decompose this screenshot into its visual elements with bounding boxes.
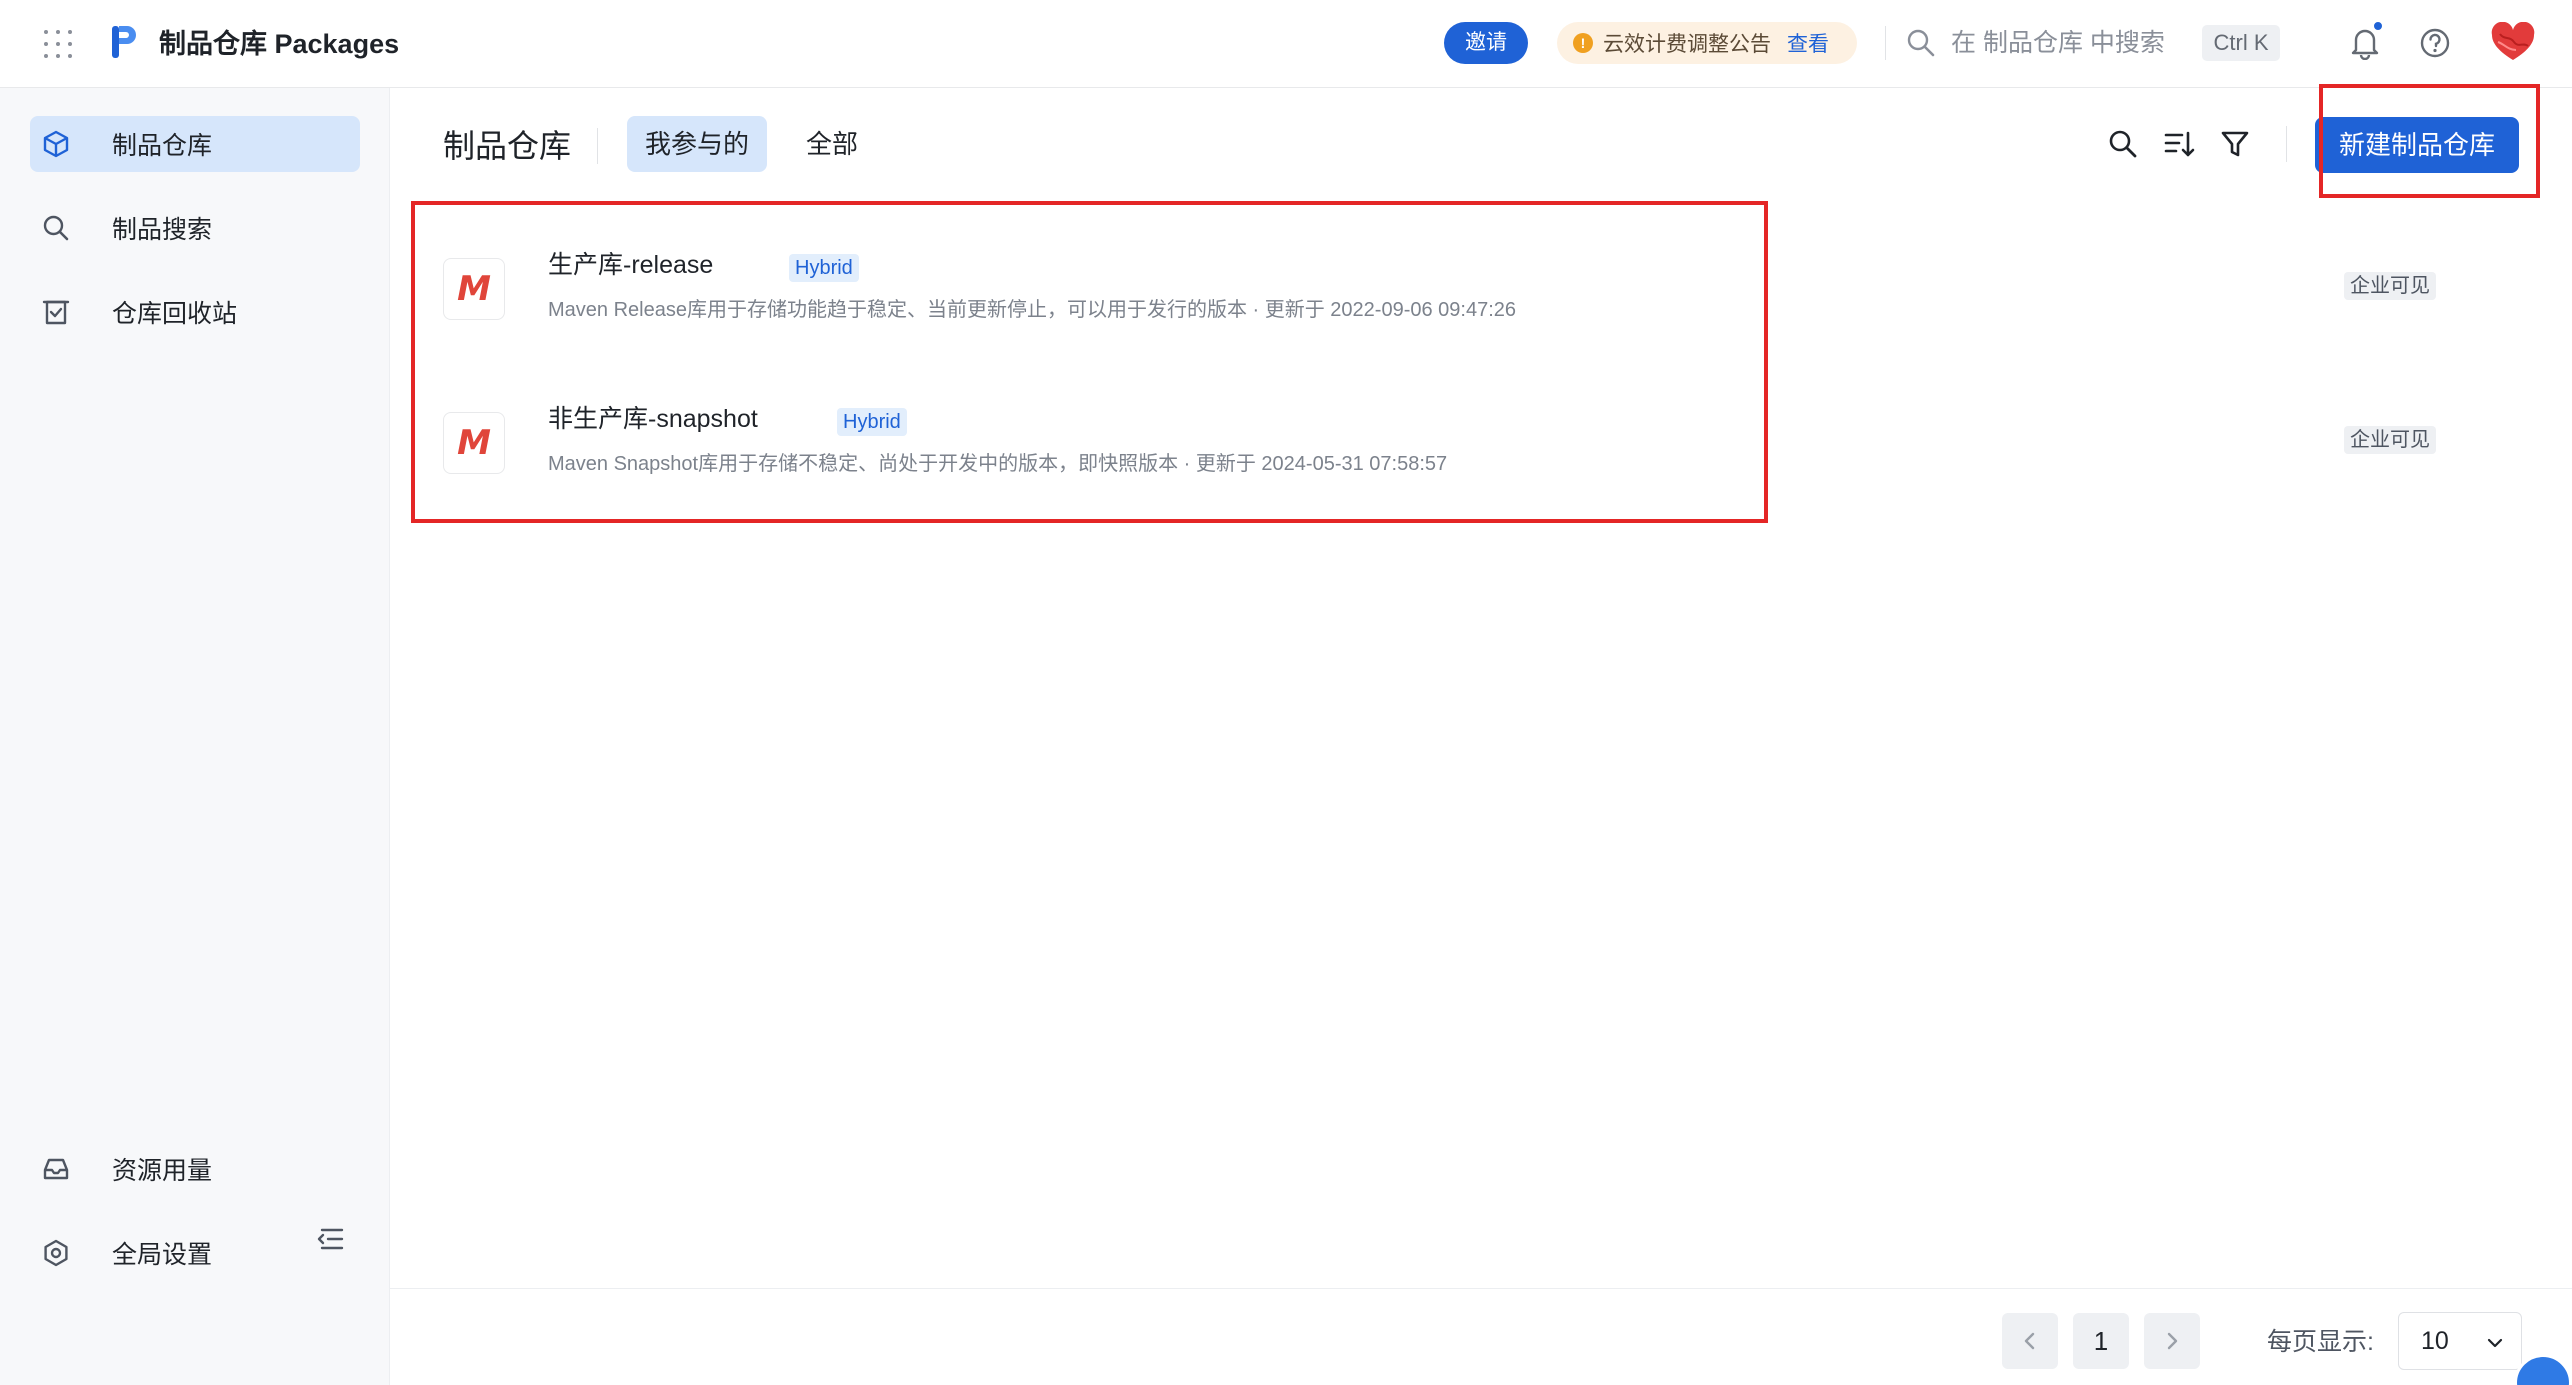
sidebar-item-label: 资源用量 [112, 1157, 213, 1185]
maven-icon: M [443, 412, 505, 474]
pagination-bar: 1 每页显示: 10 [390, 1288, 2572, 1385]
next-page-button[interactable] [2144, 1313, 2200, 1369]
chevron-left-icon [2024, 1332, 2035, 1350]
inbox-icon [28, 1141, 84, 1197]
recycle-bin-icon [28, 284, 84, 340]
sidebar-item-label: 制品搜索 [112, 216, 213, 244]
apps-grid-icon[interactable] [44, 30, 72, 58]
collapse-sidebar-icon[interactable] [314, 1223, 346, 1255]
visibility-badge: 企业可见 [2344, 272, 2436, 300]
divider [597, 128, 598, 164]
maven-icon: M [443, 258, 505, 320]
user-avatar[interactable] [2490, 22, 2536, 64]
sidebar-item-label: 制品仓库 [112, 132, 213, 160]
invite-button[interactable]: 邀请 [1444, 22, 1528, 64]
repository-row-release[interactable]: M 生产库-release Hybrid Maven Release库用于存储功… [443, 222, 2523, 372]
visibility-badge: 企业可见 [2344, 426, 2436, 454]
page-title: 制品仓库 [443, 128, 572, 164]
page-number-button[interactable]: 1 [2073, 1313, 2129, 1369]
page-size-select[interactable]: 10 [2398, 1312, 2522, 1370]
main-content: 制品仓库 我参与的 全部 新建制品仓库 M 生产库-release Hybrid… [390, 88, 2572, 1385]
announcement-view-link[interactable]: 查看 [1787, 28, 1829, 58]
help-icon[interactable] [2419, 27, 2451, 59]
sidebar: 制品仓库 制品搜索 仓库回收站 资源用量 全局设置 [0, 88, 390, 1385]
repository-description: Maven Snapshot库用于存储不稳定、尚处于开发中的版本，即快照版本 ·… [548, 453, 1448, 475]
announcement-banner: ! 云效计费调整公告 查看 [1557, 22, 1857, 64]
sidebar-item-resource-usage[interactable]: 资源用量 [30, 1141, 360, 1197]
new-repository-button[interactable]: 新建制品仓库 [2315, 117, 2519, 173]
repository-description: Maven Release库用于存储功能趋于稳定、当前更新停止，可以用于发行的版… [548, 299, 1517, 321]
sidebar-item-label: 全局设置 [112, 1241, 213, 1269]
package-icon [28, 116, 84, 172]
divider [2286, 126, 2287, 162]
repository-type-badge: Hybrid [837, 408, 907, 436]
search-icon [28, 200, 84, 256]
search-shortcut-badge: Ctrl K [2202, 25, 2280, 61]
sidebar-item-recycle-bin[interactable]: 仓库回收站 [30, 284, 360, 340]
brand-title: 制品仓库 Packages [159, 29, 400, 59]
chevron-right-icon [2167, 1332, 2178, 1350]
filter-icon[interactable] [2219, 128, 2251, 160]
repository-type-badge: Hybrid [789, 254, 859, 282]
tab-all[interactable]: 全部 [787, 116, 877, 172]
chevron-down-icon [2487, 1338, 2503, 1348]
announcement-text: 云效计费调整公告 [1603, 33, 1771, 56]
search-icon[interactable] [1906, 28, 1936, 58]
repository-name[interactable]: 生产库-release [548, 248, 713, 282]
repository-name[interactable]: 非生产库-snapshot [548, 402, 758, 436]
sidebar-item-label: 仓库回收站 [112, 300, 238, 328]
info-icon: ! [1573, 33, 1593, 53]
sort-icon[interactable] [2163, 128, 2195, 160]
divider [1885, 26, 1886, 60]
page-size-label: 每页显示: [2267, 1328, 2374, 1356]
top-bar: 制品仓库 Packages 邀请 ! 云效计费调整公告 查看 在 制品仓库 中搜… [0, 0, 2572, 88]
page-size-value: 10 [2421, 1326, 2449, 1355]
settings-icon [28, 1225, 84, 1281]
sidebar-item-global-settings[interactable]: 全局设置 [30, 1225, 360, 1281]
notification-dot [2372, 20, 2384, 32]
packages-logo-icon [112, 26, 136, 58]
search-icon[interactable] [2107, 128, 2139, 160]
repository-row-snapshot[interactable]: M 非生产库-snapshot Hybrid Maven Snapshot库用于… [443, 376, 2523, 526]
tab-participated[interactable]: 我参与的 [627, 116, 767, 172]
prev-page-button[interactable] [2002, 1313, 2058, 1369]
sidebar-item-search[interactable]: 制品搜索 [30, 200, 360, 256]
global-search-input[interactable]: 在 制品仓库 中搜索 [1951, 26, 2165, 60]
sidebar-item-packages[interactable]: 制品仓库 [30, 116, 360, 172]
